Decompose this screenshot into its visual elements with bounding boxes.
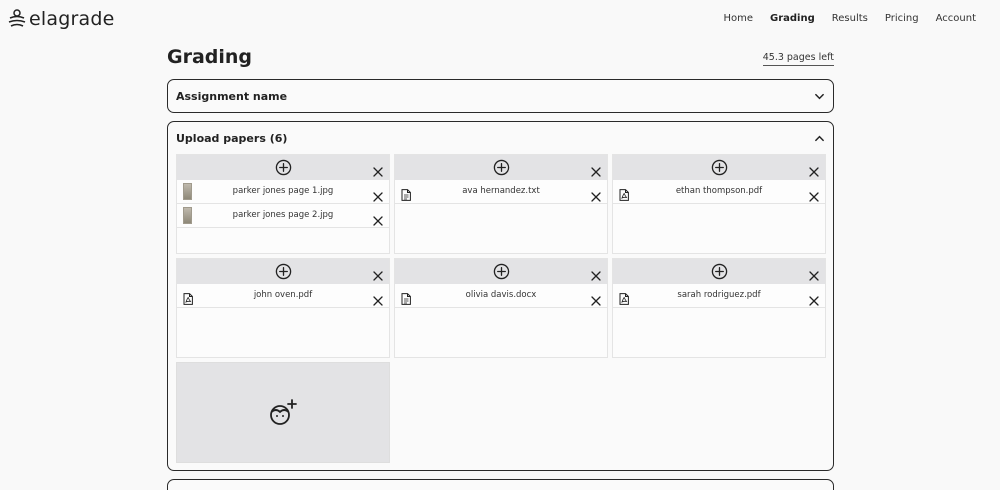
assignment-name-panel[interactable]: Assignment name <box>167 79 834 113</box>
main-nav: Home Grading Results Pricing Account <box>706 12 976 26</box>
bottom-panel[interactable] <box>167 479 834 490</box>
chevron-down-icon[interactable] <box>814 91 825 102</box>
pages-left-link[interactable]: 45.3 pages left <box>762 52 834 66</box>
student-card: john oven.pdf <box>176 258 390 358</box>
add-student-icon <box>270 399 297 425</box>
remove-file-icon[interactable] <box>373 291 383 306</box>
remove-card-icon[interactable] <box>809 162 819 177</box>
file-name: john oven.pdf <box>253 290 313 300</box>
file-name: parker jones page 2.jpg <box>232 210 334 220</box>
pdf-file-icon <box>183 290 193 305</box>
file-row: ava hernandez.txt <box>395 180 607 204</box>
card-header <box>177 155 389 180</box>
image-thumbnail <box>183 183 192 200</box>
logo[interactable]: elagrade <box>8 8 114 30</box>
add-student-button[interactable] <box>176 362 390 463</box>
card-header <box>177 259 389 284</box>
file-row: parker jones page 1.jpg <box>177 180 389 204</box>
remove-card-icon[interactable] <box>373 266 383 281</box>
upload-papers-panel: Upload papers (6) parker jones page 1.jp… <box>167 121 834 471</box>
pdf-file-icon <box>619 186 629 201</box>
nav-results[interactable]: Results <box>832 12 868 26</box>
add-file-icon[interactable] <box>493 263 510 280</box>
add-file-icon[interactable] <box>275 263 292 280</box>
add-file-icon[interactable] <box>711 159 728 176</box>
pdf-file-icon <box>619 290 629 305</box>
file-name: ethan thompson.pdf <box>675 186 763 196</box>
document-file-icon <box>401 290 411 305</box>
nav-home[interactable]: Home <box>723 12 753 26</box>
student-card: olivia davis.docx <box>394 258 608 358</box>
remove-card-icon[interactable] <box>373 162 383 177</box>
file-name: ava hernandez.txt <box>462 186 540 196</box>
remove-card-icon[interactable] <box>591 162 601 177</box>
student-card: parker jones page 1.jpg parker jones page… <box>176 154 390 254</box>
add-file-icon[interactable] <box>275 159 292 176</box>
nav-pricing[interactable]: Pricing <box>885 12 919 26</box>
add-file-icon[interactable] <box>711 263 728 280</box>
add-file-icon[interactable] <box>493 159 510 176</box>
file-name: olivia davis.docx <box>465 290 537 300</box>
file-name: sarah rodriguez.pdf <box>677 290 761 300</box>
card-header <box>613 155 825 180</box>
card-header <box>395 259 607 284</box>
document-file-icon <box>401 186 411 201</box>
student-card: ethan thompson.pdf <box>612 154 826 254</box>
nav-grading[interactable]: Grading <box>770 12 815 26</box>
chevron-up-icon[interactable] <box>814 133 825 144</box>
page-title: Grading <box>167 46 253 68</box>
file-name: parker jones page 1.jpg <box>232 186 334 196</box>
file-row: ethan thompson.pdf <box>613 180 825 204</box>
top-bar: elagrade Home Grading Results Pricing Ac… <box>0 0 1000 38</box>
remove-file-icon[interactable] <box>591 291 601 306</box>
assignment-name-label: Assignment name <box>176 89 288 103</box>
student-card: sarah rodriguez.pdf <box>612 258 826 358</box>
student-card: ava hernandez.txt <box>394 154 608 254</box>
remove-file-icon[interactable] <box>373 211 383 226</box>
remove-card-icon[interactable] <box>809 266 819 281</box>
logo-icon <box>8 9 26 27</box>
card-header <box>613 259 825 284</box>
file-row: john oven.pdf <box>177 284 389 308</box>
upload-papers-label: Upload papers (6) <box>176 131 288 145</box>
remove-file-icon[interactable] <box>809 187 819 202</box>
file-row: sarah rodriguez.pdf <box>613 284 825 308</box>
remove-file-icon[interactable] <box>809 291 819 306</box>
logo-text: elagrade <box>29 8 115 30</box>
remove-card-icon[interactable] <box>591 266 601 281</box>
card-header <box>395 155 607 180</box>
remove-file-icon[interactable] <box>591 187 601 202</box>
file-row: olivia davis.docx <box>395 284 607 308</box>
image-thumbnail <box>183 207 192 224</box>
remove-file-icon[interactable] <box>373 187 383 202</box>
file-row: parker jones page 2.jpg <box>177 204 389 228</box>
nav-account[interactable]: Account <box>936 12 976 26</box>
